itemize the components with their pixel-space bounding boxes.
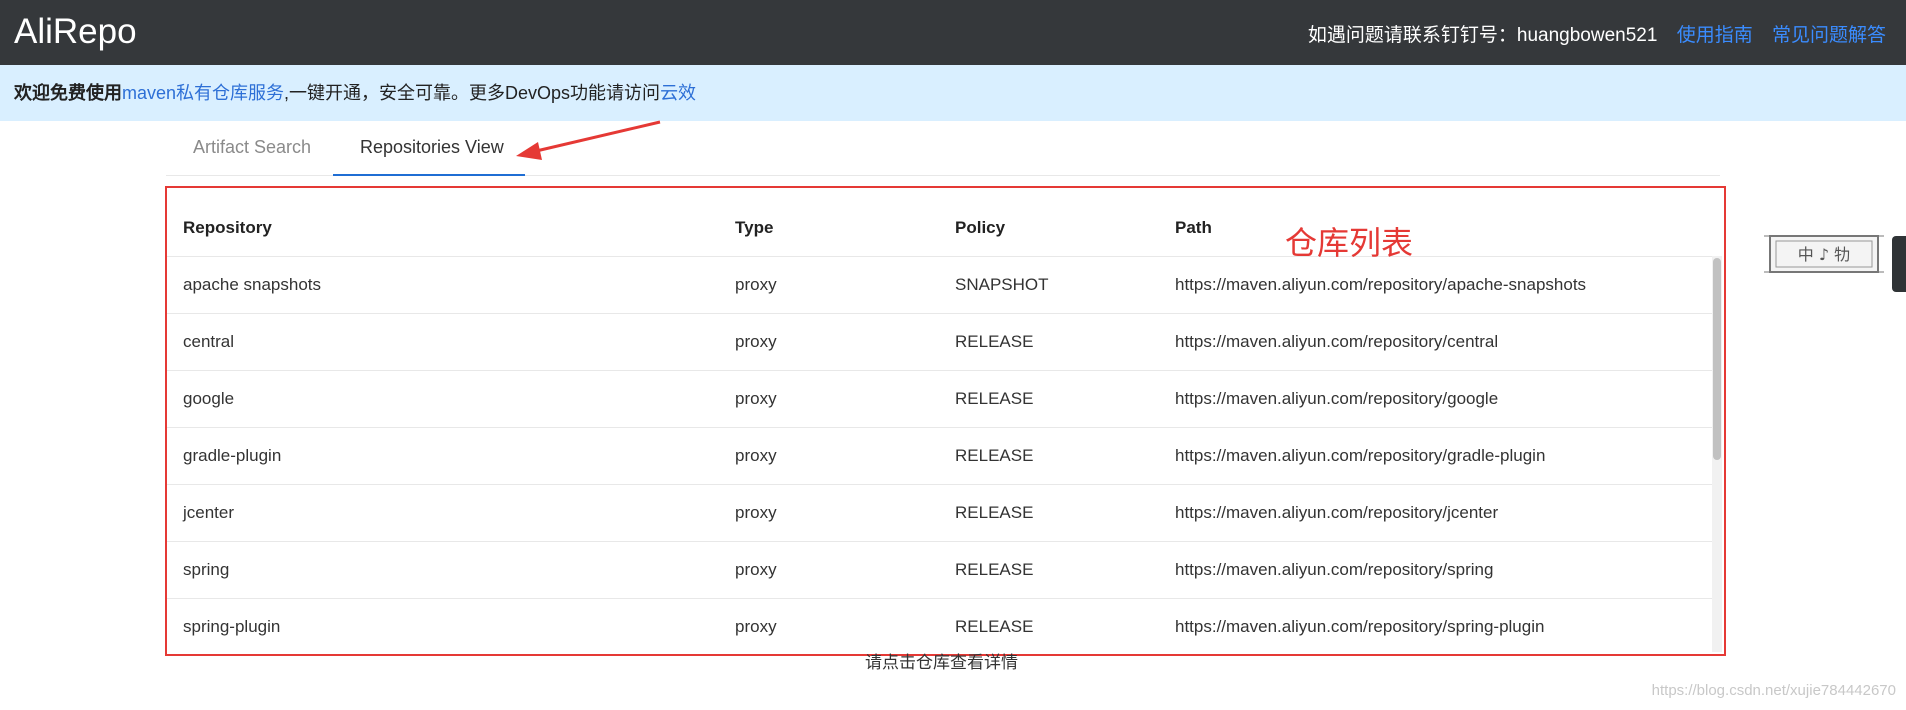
col-repository[interactable]: Repository: [183, 218, 272, 238]
seal-widget-icon[interactable]: 中 ♪ 牞: [1764, 228, 1884, 280]
cell-type: proxy: [735, 275, 777, 294]
table-header: Repository Type Policy Path: [167, 188, 1712, 257]
watermark: https://blog.csdn.net/xujie784442670: [1651, 682, 1896, 699]
repository-list-panel: Repository Type Policy Path 仓库列表 apache …: [165, 186, 1726, 656]
cell-type: proxy: [735, 332, 777, 351]
table-scrollbar[interactable]: [1712, 256, 1722, 652]
table-body: apache snapshots proxy SNAPSHOT https://…: [167, 257, 1712, 654]
notice-prefix: 欢迎免费使用: [14, 83, 122, 103]
table-row[interactable]: google proxy RELEASE https://maven.aliyu…: [167, 371, 1712, 428]
cell-path: https://maven.aliyun.com/repository/spri…: [1175, 617, 1545, 636]
cell-repository[interactable]: jcenter: [183, 503, 234, 523]
cell-repository[interactable]: spring-plugin: [183, 617, 280, 637]
top-bar: AliRepo 如遇问题请联系钉钉号：huangbowen521 使用指南 常见…: [0, 0, 1906, 65]
brand-logo[interactable]: AliRepo: [14, 12, 137, 52]
cell-policy: RELEASE: [955, 389, 1034, 408]
table-row[interactable]: gradle-plugin proxy RELEASE https://mave…: [167, 428, 1712, 485]
side-panel-handle[interactable]: [1892, 236, 1906, 292]
tab-artifact-search[interactable]: Artifact Search: [193, 137, 311, 158]
seal-text: 中 ♪ 牞: [1798, 245, 1850, 264]
cell-repository[interactable]: google: [183, 389, 234, 409]
cell-policy: RELEASE: [955, 446, 1034, 465]
cell-policy: RELEASE: [955, 503, 1034, 522]
notice-banner: 欢迎免费使用maven私有仓库服务,一键开通，安全可靠。更多DevOps功能请访…: [0, 65, 1906, 121]
cell-type: proxy: [735, 617, 777, 636]
cell-path: https://maven.aliyun.com/repository/goog…: [1175, 389, 1499, 408]
cell-type: proxy: [735, 503, 777, 522]
hint-text: 请点击仓库查看详情: [865, 653, 1018, 672]
cell-repository[interactable]: apache snapshots: [183, 275, 321, 295]
annotation-arrow-icon: [516, 120, 661, 160]
table-row[interactable]: apache snapshots proxy SNAPSHOT https://…: [167, 257, 1712, 314]
cell-policy: RELEASE: [955, 332, 1034, 351]
cell-type: proxy: [735, 560, 777, 579]
cell-repository[interactable]: spring: [183, 560, 229, 580]
cell-policy: RELEASE: [955, 617, 1034, 636]
table-row[interactable]: jcenter proxy RELEASE https://maven.aliy…: [167, 485, 1712, 542]
cell-type: proxy: [735, 389, 777, 408]
col-type[interactable]: Type: [735, 218, 773, 238]
cell-repository[interactable]: central: [183, 332, 234, 352]
col-path[interactable]: Path: [1175, 218, 1212, 238]
active-tab-indicator: [333, 174, 525, 176]
cell-path: https://maven.aliyun.com/repository/apac…: [1175, 275, 1587, 294]
yunxiao-link[interactable]: 云效: [660, 83, 696, 103]
cell-policy: RELEASE: [955, 560, 1034, 579]
guide-link[interactable]: 使用指南: [1677, 25, 1753, 46]
cell-path: https://maven.aliyun.com/repository/grad…: [1175, 446, 1546, 465]
faq-link[interactable]: 常见问题解答: [1772, 25, 1886, 46]
tab-repositories-view[interactable]: Repositories View: [360, 137, 504, 158]
col-policy[interactable]: Policy: [955, 218, 1005, 238]
maven-service-link[interactable]: maven私有仓库服务: [122, 83, 284, 103]
table-row[interactable]: spring proxy RELEASE https://maven.aliyu…: [167, 542, 1712, 599]
tab-bar: Artifact Search Repositories View: [166, 121, 1720, 176]
cell-type: proxy: [735, 446, 777, 465]
cell-policy: SNAPSHOT: [955, 275, 1049, 294]
cell-repository[interactable]: gradle-plugin: [183, 446, 281, 466]
cell-path: https://maven.aliyun.com/repository/cent…: [1175, 332, 1499, 351]
scrollbar-thumb[interactable]: [1713, 258, 1721, 460]
cell-path: https://maven.aliyun.com/repository/spri…: [1175, 560, 1494, 579]
contact-text: 如遇问题请联系钉钉号：huangbowen521: [1307, 25, 1658, 46]
cell-path: https://maven.aliyun.com/repository/jcen…: [1175, 503, 1499, 522]
header-contact: 如遇问题请联系钉钉号：huangbowen521 使用指南 常见问题解答: [1308, 20, 1886, 47]
table-row[interactable]: central proxy RELEASE https://maven.aliy…: [167, 314, 1712, 371]
notice-middle: ,一键开通，安全可靠。更多DevOps功能请访问: [284, 83, 661, 103]
